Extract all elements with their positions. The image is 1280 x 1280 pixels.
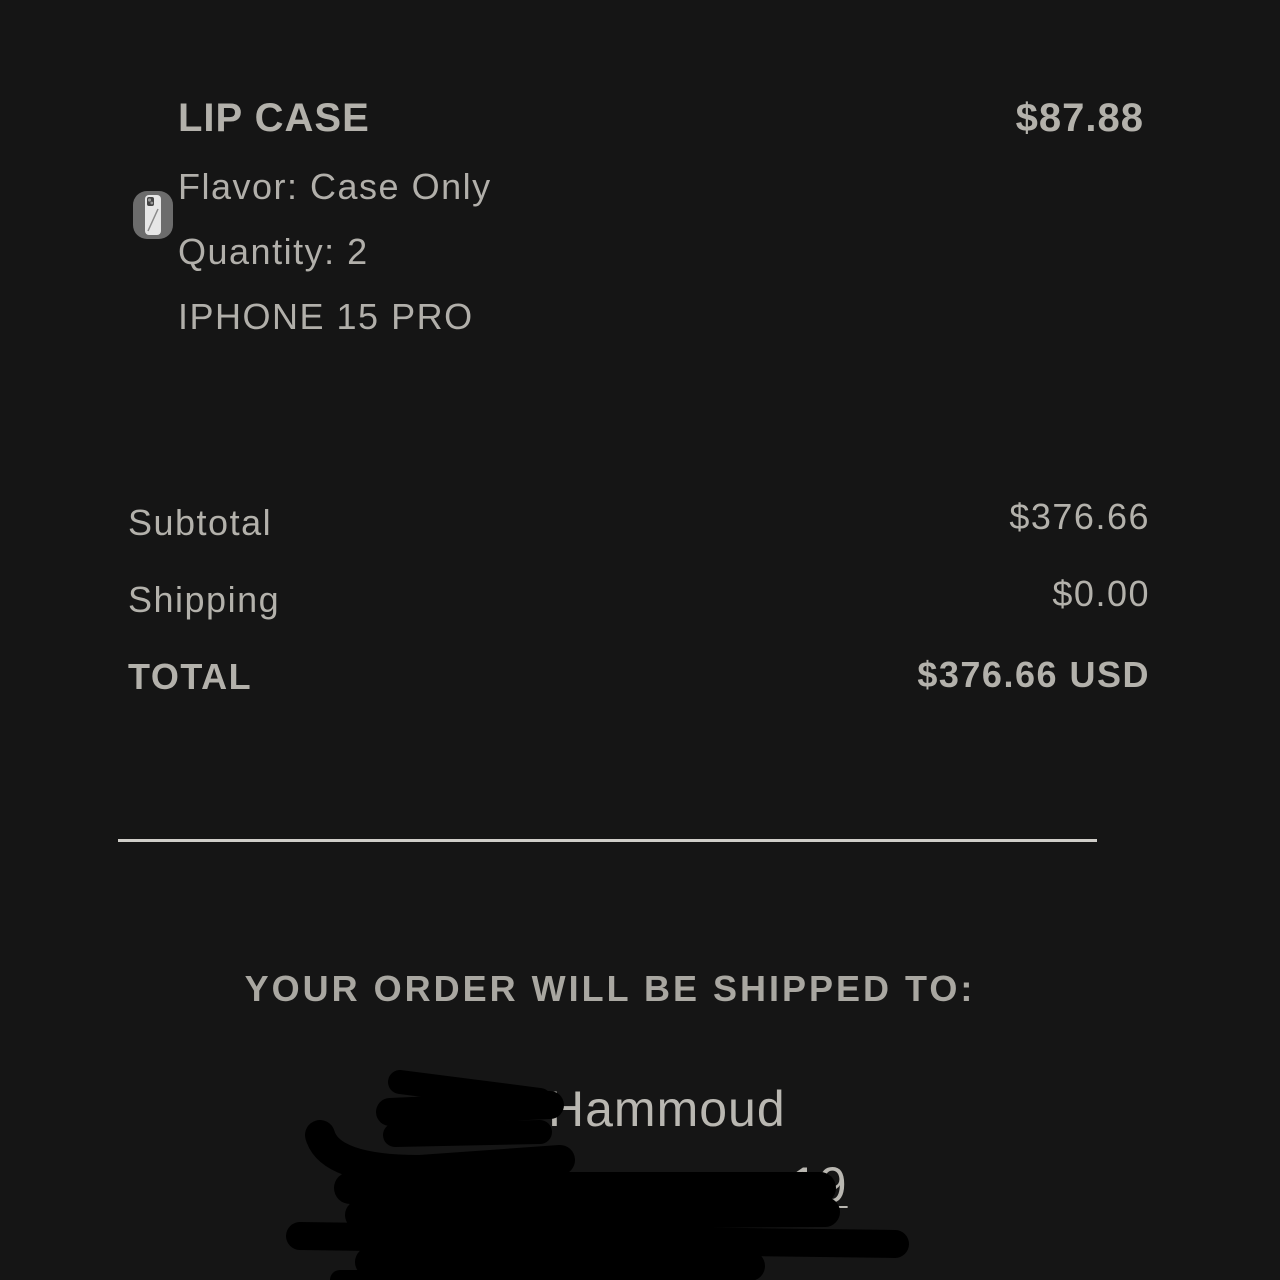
- redaction-scribble: [286, 1070, 909, 1280]
